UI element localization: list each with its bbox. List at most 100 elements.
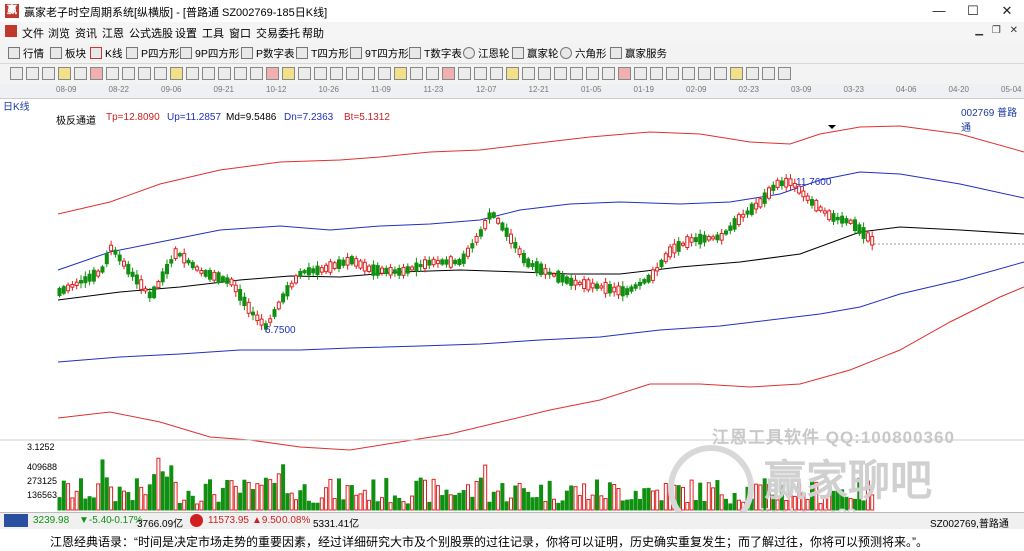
candle [547,271,552,275]
draw-tool-21-icon[interactable] [330,67,343,80]
date-tick-label: 09-06 [161,85,182,94]
draw-tool-34-icon[interactable] [538,67,551,80]
draw-tool-31-icon[interactable] [490,67,503,80]
menu-tools[interactable]: 工具 [202,25,224,41]
menu-trade[interactable]: 交易委托 [256,25,300,41]
menu-info[interactable]: 资讯 [75,25,97,41]
draw-tool-44-icon[interactable] [698,67,711,80]
t-square-button[interactable]: T四方形 [296,46,349,60]
draw-tool-29-icon[interactable] [458,67,471,80]
sz-market-icon[interactable] [190,514,203,527]
candle [741,213,746,218]
t-number-table-button[interactable]: T数字表 [409,46,462,60]
volume-bar [521,488,526,511]
p-square-button[interactable]: P四方形 [126,46,180,60]
draw-tool-9-icon[interactable] [138,67,151,80]
menu-settings[interactable]: 设置 [175,25,197,41]
draw-tool-45-icon[interactable] [714,67,727,80]
9t-square-button[interactable]: 9T四方形 [350,46,409,60]
draw-tool-43-icon[interactable] [682,67,695,80]
app-menu-icon[interactable] [5,25,17,37]
candle [762,192,767,204]
volume-bar [315,502,320,511]
candle [513,241,518,249]
draw-tool-38-icon[interactable] [602,67,615,80]
draw-tool-1-icon[interactable] [10,67,23,80]
scroll-marker-icon [828,125,836,129]
candle [199,270,204,274]
mdi-minimize-icon[interactable]: ▁ [975,25,983,36]
candle [306,267,311,276]
draw-tool-42-icon[interactable] [666,67,679,80]
market-icon[interactable] [4,514,28,527]
draw-tool-8-icon[interactable] [122,67,135,80]
draw-tool-13-icon[interactable] [202,67,215,80]
menu-help[interactable]: 帮助 [302,25,324,41]
p-number-table-button[interactable]: P数字表 [241,46,295,60]
draw-tool-25-icon[interactable] [394,67,407,80]
draw-tool-36-icon[interactable] [570,67,583,80]
draw-tool-23-icon[interactable] [362,67,375,80]
draw-tool-5-icon[interactable] [74,67,87,80]
draw-tool-40-icon[interactable] [634,67,647,80]
draw-tool-26-icon[interactable] [410,67,423,80]
app-logo-icon: 赢 [5,4,19,18]
draw-tool-33-icon[interactable] [522,67,535,80]
draw-tool-20-icon[interactable] [314,67,327,80]
draw-tool-2-icon[interactable] [26,67,39,80]
draw-tool-16-icon[interactable] [250,67,263,80]
quote-button[interactable]: 行情 [8,46,44,60]
hexagon-button[interactable]: 六角形 [560,46,607,60]
draw-tool-35-icon[interactable] [554,67,567,80]
draw-tool-17-icon[interactable] [266,67,279,80]
draw-tool-6-icon[interactable] [90,67,103,80]
draw-tool-3-icon[interactable] [42,67,55,80]
draw-tool-18-icon[interactable] [282,67,295,80]
draw-tool-46-icon[interactable] [730,67,743,80]
minimize-button[interactable]: — [922,0,956,22]
draw-tool-12-icon[interactable] [186,67,199,80]
menu-gann[interactable]: 江恩 [102,25,124,41]
draw-tool-49-icon[interactable] [778,67,791,80]
draw-tool-11-icon[interactable] [170,67,183,80]
winner-wheel-button[interactable]: 赢家轮 [512,46,559,60]
draw-tool-48-icon[interactable] [762,67,775,80]
draw-tool-14-icon[interactable] [218,67,231,80]
volume-bar [173,481,178,511]
kline-button[interactable]: K线 [90,46,123,60]
draw-tool-4-icon[interactable] [58,67,71,80]
draw-tool-47-icon[interactable] [746,67,759,80]
draw-tool-32-icon[interactable] [506,67,519,80]
menu-browse[interactable]: 浏览 [48,25,70,41]
draw-tool-37-icon[interactable] [586,67,599,80]
9p-square-button[interactable]: 9P四方形 [180,46,239,60]
close-button[interactable]: ✕ [990,0,1024,22]
draw-tool-19-icon[interactable] [298,67,311,80]
volume-bar [448,494,453,511]
sector-button[interactable]: 板块 [50,46,86,60]
menu-formula[interactable]: 公式选股 [129,25,173,41]
draw-tool-10-icon[interactable] [154,67,167,80]
volume-bar [638,498,642,511]
mdi-restore-icon[interactable]: ❐ [992,25,1001,36]
maximize-button[interactable]: ☐ [956,0,990,22]
candle [784,177,789,188]
draw-tool-30-icon[interactable] [474,67,487,80]
date-tick-label: 11-09 [371,85,391,94]
menu-window[interactable]: 窗口 [229,25,251,41]
draw-tool-24-icon[interactable] [378,67,391,80]
mdi-close-icon[interactable]: ✕ [1010,25,1018,36]
volume-bar [177,502,182,511]
draw-tool-15-icon[interactable] [234,67,247,80]
menu-file[interactable]: 文件 [22,25,44,41]
winner-service-button[interactable]: 赢家服务 [610,46,667,60]
draw-tool-7-icon[interactable] [106,67,119,80]
date-tick-label: 12-21 [528,85,549,94]
volume-bar [328,478,333,511]
draw-tool-22-icon[interactable] [346,67,359,80]
draw-tool-28-icon[interactable] [442,67,455,80]
draw-tool-39-icon[interactable] [618,67,631,80]
gann-wheel-button[interactable]: 江恩轮 [463,46,510,60]
draw-tool-41-icon[interactable] [650,67,663,80]
draw-tool-27-icon[interactable] [426,67,439,80]
